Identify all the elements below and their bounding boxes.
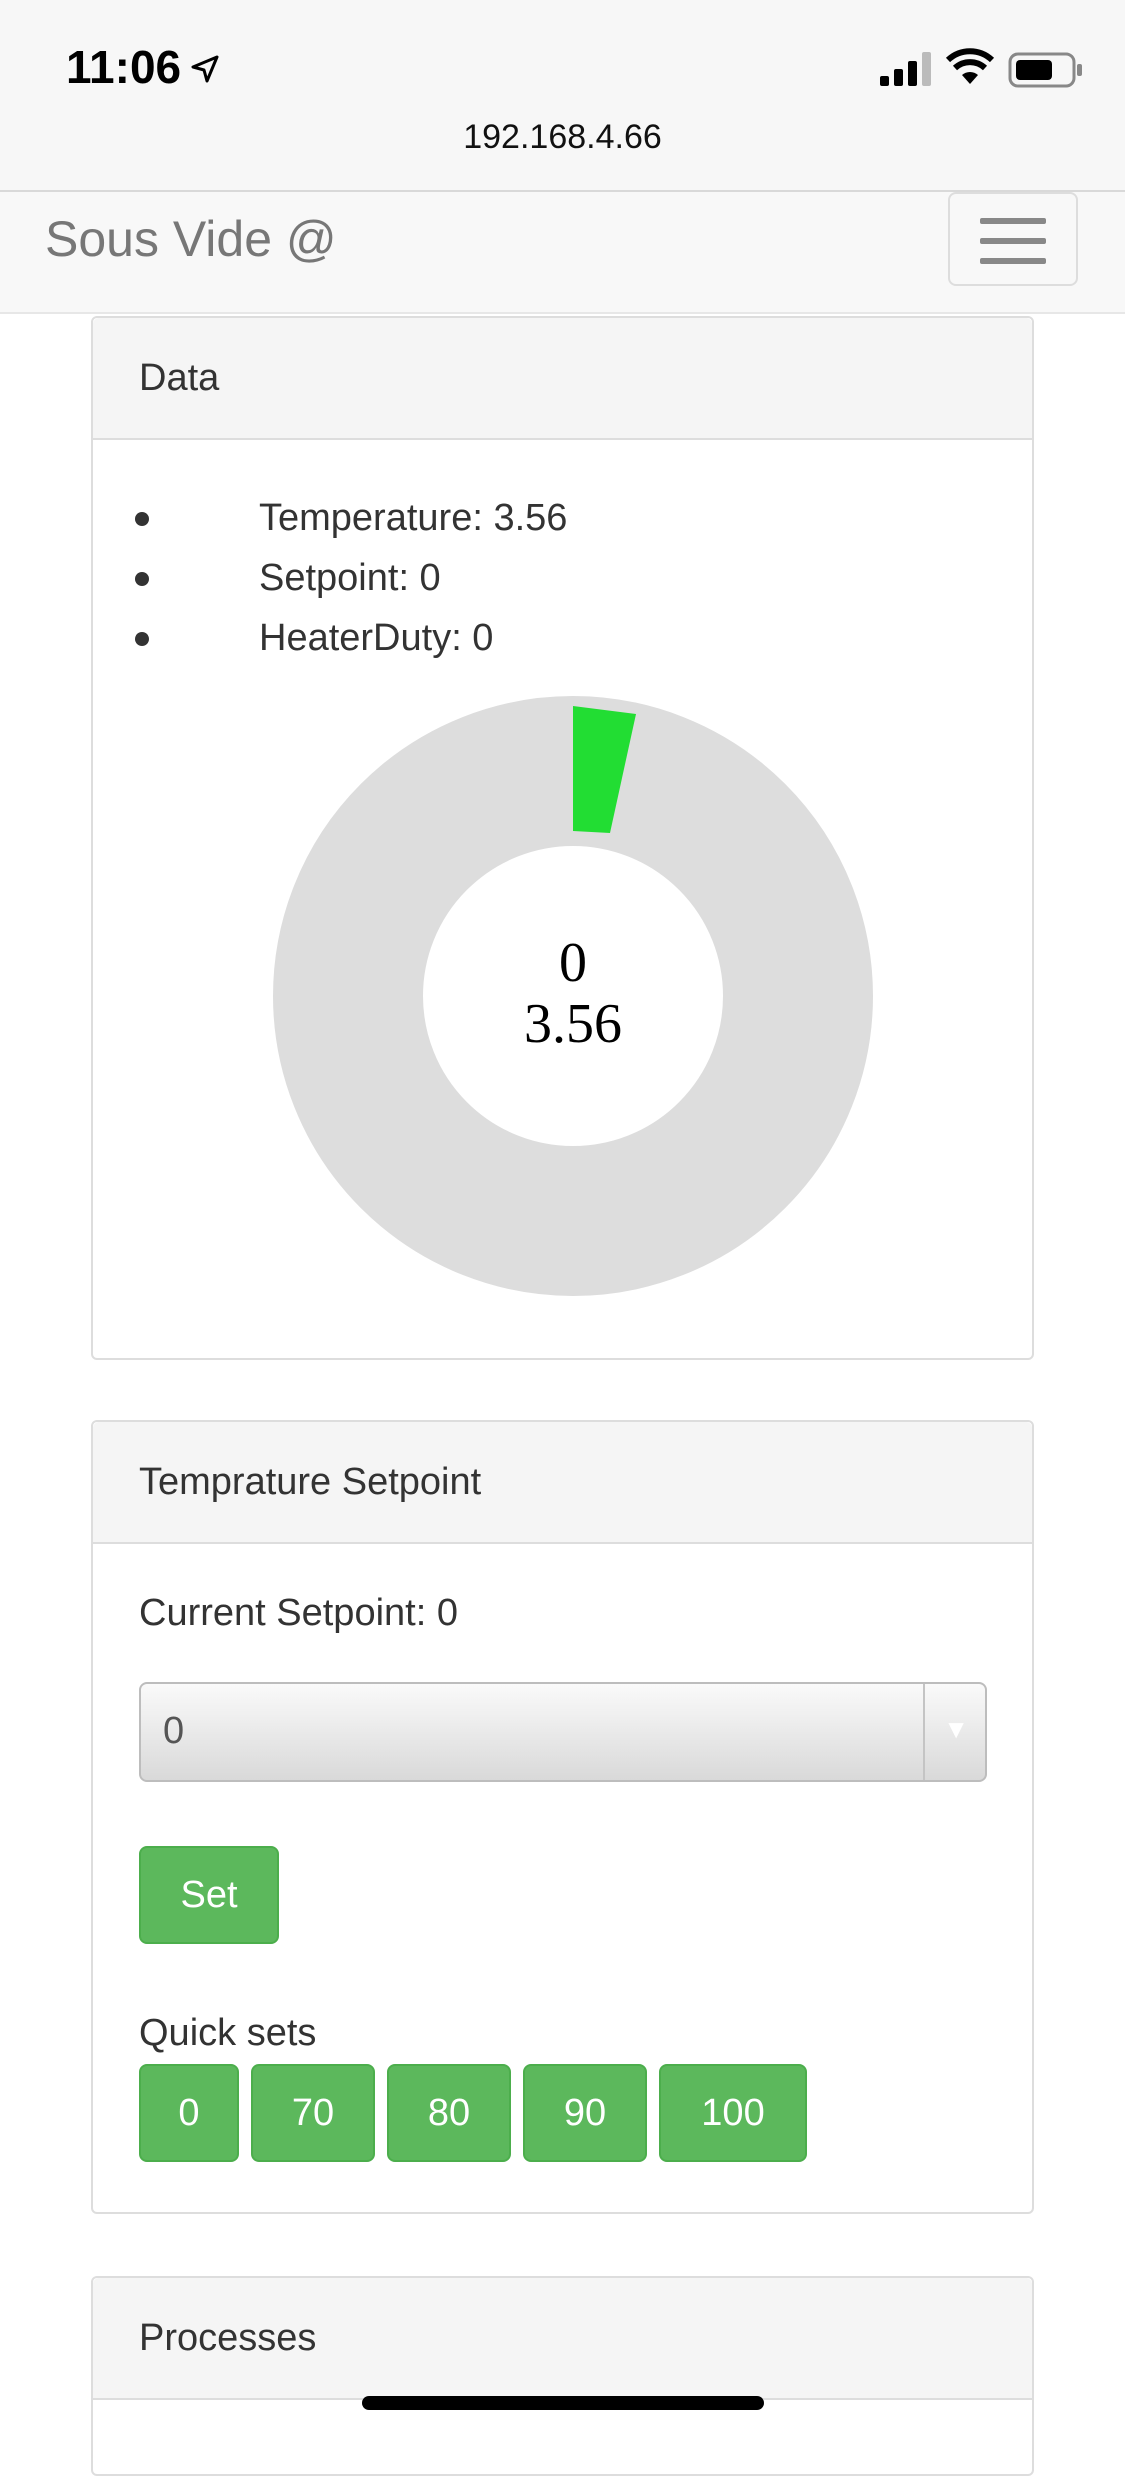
data-setpoint-item: Setpoint: 0 — [93, 548, 567, 608]
navbar: Sous Vide @ — [0, 192, 1125, 314]
setpoint-panel: Temprature Setpoint Current Setpoint: 0 … — [91, 1420, 1034, 2214]
chevron-down-icon: ▼ — [943, 1714, 969, 1744]
set-button[interactable]: Set — [139, 1846, 279, 1944]
quick-set-80-button[interactable]: 80 — [387, 2064, 511, 2162]
status-time: 11:06 — [66, 41, 182, 93]
quick-set-90-button[interactable]: 90 — [523, 2064, 647, 2162]
location-arrow-icon — [191, 55, 219, 83]
data-panel: Data Temperature: 3.56 Setpoint: 0 Heate… — [91, 316, 1034, 1360]
processes-panel: Processes — [91, 2276, 1034, 2476]
navbar-brand[interactable]: Sous Vide @ — [45, 210, 337, 268]
battery-icon — [1008, 52, 1082, 88]
processes-panel-heading: Processes — [93, 2278, 1032, 2400]
data-panel-heading: Data — [93, 318, 1032, 440]
current-setpoint-label: Current Setpoint: 0 — [139, 1592, 458, 1634]
select-divider — [923, 1684, 925, 1780]
data-temperature-item: Temperature: 3.56 — [93, 488, 567, 548]
temperature-gauge: 0 3.56 — [273, 696, 873, 1296]
status-bar: 11:06 192.168.4.66 — [0, 0, 1125, 192]
home-indicator[interactable] — [362, 2396, 764, 2410]
wifi-icon — [946, 48, 994, 84]
setpoint-panel-heading: Temprature Setpoint — [93, 1422, 1032, 1544]
menu-toggle-button[interactable] — [948, 192, 1078, 286]
quick-set-0-button[interactable]: 0 — [139, 2064, 239, 2162]
data-heaterduty-item: HeaterDuty: 0 — [93, 608, 567, 668]
quick-set-100-button[interactable]: 100 — [659, 2064, 807, 2162]
data-list: Temperature: 3.56 Setpoint: 0 HeaterDuty… — [93, 488, 567, 668]
quick-sets-row: 0 70 80 90 100 — [139, 2064, 989, 2164]
gauge-setpoint-text: 0 — [559, 932, 587, 994]
gauge-temperature-text: 3.56 — [524, 993, 622, 1055]
url-bar[interactable]: 192.168.4.66 — [0, 118, 1125, 157]
cellular-signal-icon — [880, 52, 931, 86]
setpoint-select-value: 0 — [163, 1710, 185, 1752]
setpoint-select[interactable]: 0 ▼ — [139, 1682, 987, 1782]
quick-set-70-button[interactable]: 70 — [251, 2064, 375, 2162]
quick-sets-label: Quick sets — [139, 2012, 317, 2054]
